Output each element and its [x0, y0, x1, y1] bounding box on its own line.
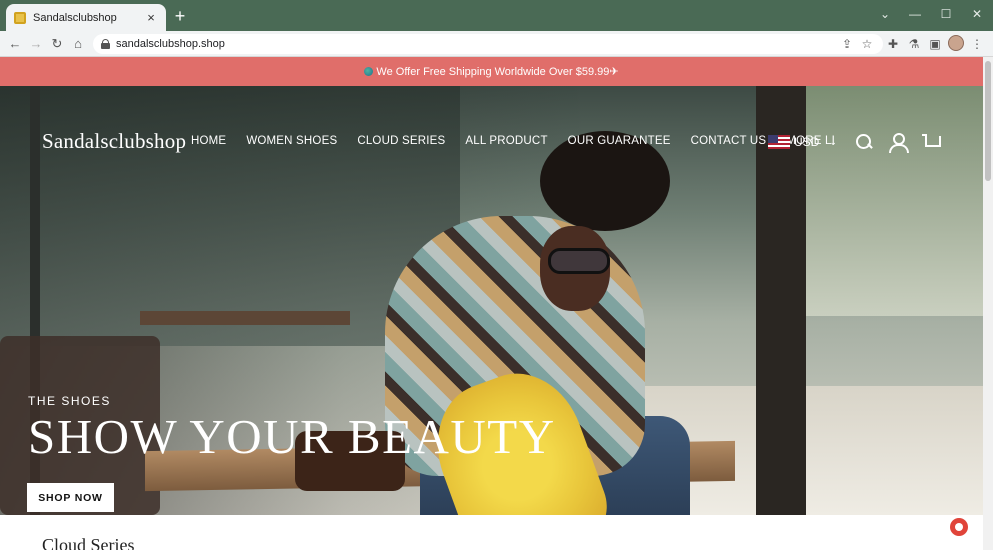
browser-window: Sandalsclubshop × + ⌄ — ☐ ✕ ← → ↻ ⌂ sand…	[0, 0, 993, 550]
nav-women-shoes[interactable]: WOMEN SHOES	[246, 135, 337, 147]
tab-title: Sandalsclubshop	[33, 11, 117, 24]
nav-home[interactable]: HOME	[191, 135, 226, 147]
tab-strip: Sandalsclubshop × + ⌄ — ☐ ✕	[0, 0, 993, 31]
nav-contact-us[interactable]: CONTACT US	[691, 135, 767, 147]
nav-cloud-series[interactable]: CLOUD SERIES	[357, 135, 445, 147]
announcement-text: We Offer Free Shipping Worldwide Over $5…	[376, 66, 619, 78]
back-icon[interactable]: ←	[6, 35, 24, 53]
labs-flask-icon[interactable]: ⚗	[905, 35, 923, 53]
minimize-button[interactable]: —	[900, 4, 930, 24]
currency-label: USD	[794, 135, 820, 149]
profile-avatar[interactable]	[948, 35, 964, 51]
web-page: We Offer Free Shipping Worldwide Over $5…	[0, 57, 983, 550]
search-icon[interactable]	[855, 133, 873, 151]
chat-widget-icon[interactable]	[950, 518, 968, 536]
hero-banner: Sandalsclubshop HOME WOMEN SHOES CLOUD S…	[0, 86, 983, 515]
browser-menu-icon[interactable]: ⋮	[968, 35, 986, 53]
tab-sandalsclubshop[interactable]: Sandalsclubshop ×	[6, 4, 166, 31]
hero-eyebrow: THE SHOES	[28, 394, 111, 408]
home-icon[interactable]: ⌂	[69, 35, 87, 53]
currency-selector[interactable]: USD ⌄	[768, 135, 837, 149]
hero-bg-table	[140, 311, 350, 325]
new-tab-button[interactable]: +	[172, 7, 188, 25]
nav-our-guarantee[interactable]: OUR GUARANTEE	[568, 135, 671, 147]
account-icon[interactable]	[888, 133, 909, 153]
reload-icon[interactable]: ↻	[48, 35, 66, 53]
lock-icon[interactable]	[101, 39, 110, 49]
hero-bg-trees	[800, 86, 983, 316]
main-nav: HOME WOMEN SHOES CLOUD SERIES ALL PRODUC…	[191, 135, 855, 147]
favicon-icon	[14, 11, 26, 24]
section-title: Cloud Series	[42, 535, 135, 550]
extensions-icon[interactable]: ✚	[884, 35, 902, 53]
bookmark-star-icon[interactable]: ☆	[858, 35, 876, 53]
tab-search-icon[interactable]: ⌄	[870, 4, 900, 24]
shop-now-button[interactable]: SHOP NOW	[27, 483, 114, 512]
maximize-button[interactable]: ☐	[931, 4, 961, 24]
chevron-down-icon: ⌄	[829, 136, 837, 147]
browser-toolbar: ← → ↻ ⌂ sandalsclubshop.shop ⇪ ☆ ✚ ⚗ ▣ ⋮	[0, 31, 993, 57]
scrollbar-thumb[interactable]	[985, 61, 991, 181]
announcement-bar: We Offer Free Shipping Worldwide Over $5…	[0, 57, 983, 86]
close-tab-icon[interactable]: ×	[144, 10, 158, 25]
us-flag-icon	[768, 135, 790, 149]
hero-sunglasses	[548, 248, 610, 274]
cart-icon[interactable]	[922, 133, 941, 151]
share-icon[interactable]: ⇪	[838, 35, 856, 53]
site-logo[interactable]: Sandalsclubshop	[42, 129, 186, 154]
globe-icon	[364, 67, 374, 76]
hero-bg-pillar-right	[756, 86, 806, 515]
nav-all-product[interactable]: ALL PRODUCT	[465, 135, 547, 147]
forward-icon[interactable]: →	[27, 35, 45, 53]
url-text: sandalsclubshop.shop	[116, 38, 225, 50]
page-scrollbar[interactable]	[983, 57, 993, 550]
address-bar[interactable]: sandalsclubshop.shop	[93, 34, 883, 54]
hero-headline: SHOW YOUR BEAUTY	[28, 409, 556, 464]
side-panel-icon[interactable]: ▣	[926, 35, 944, 53]
close-window-button[interactable]: ✕	[962, 4, 992, 24]
